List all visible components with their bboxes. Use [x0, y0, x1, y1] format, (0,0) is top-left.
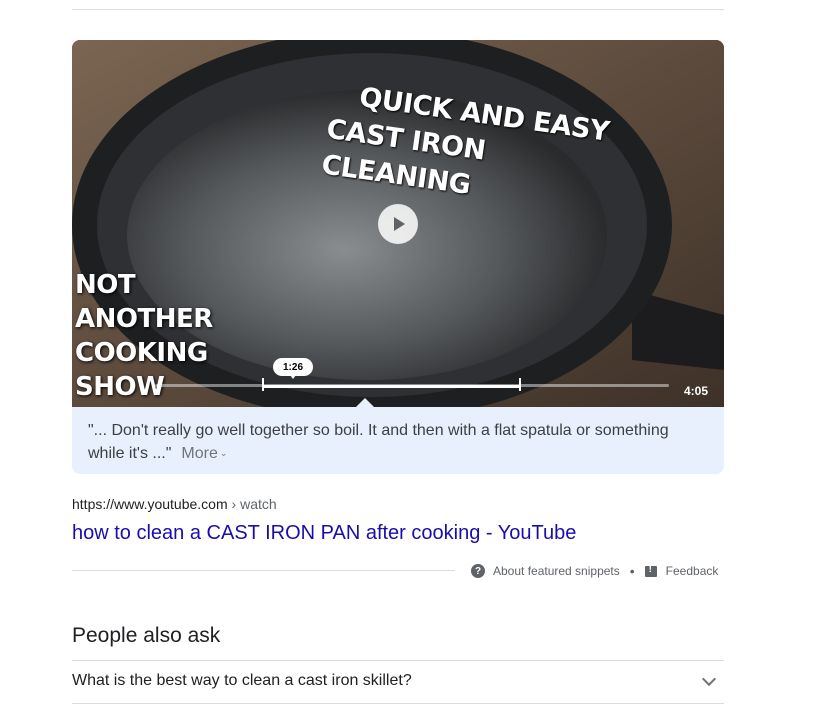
url-domain: https://www.youtube.com: [72, 496, 228, 512]
about-featured-snippets-link[interactable]: About featured snippets: [493, 564, 620, 578]
feedback-link[interactable]: Feedback: [666, 564, 719, 578]
timestamp-bubble: 1:26: [273, 358, 313, 379]
chevron-down-icon: ⌄: [219, 448, 228, 458]
top-divider: [72, 9, 724, 10]
overlay-show-line: NOT: [75, 270, 136, 300]
result-url[interactable]: https://www.youtube.com › watch: [72, 496, 277, 512]
featured-video-card[interactable]: QUICK AND EASY CAST IRON CLEANING NOT AN…: [72, 40, 724, 474]
play-button[interactable]: [378, 204, 418, 244]
url-breadcrumb: › watch: [227, 496, 277, 512]
caption-pointer: [356, 398, 374, 407]
video-duration: 4:05: [683, 384, 708, 398]
paa-divider: [72, 660, 724, 661]
chevron-down-icon[interactable]: [701, 671, 717, 687]
help-icon: ?: [471, 564, 485, 578]
more-label: More: [181, 445, 218, 462]
overlay-show-line: SHOW: [75, 372, 165, 402]
people-also-ask-heading: People also ask: [72, 624, 221, 647]
feedback-icon: [644, 564, 657, 577]
more-button[interactable]: More ⌄: [181, 445, 227, 462]
transcript-snippet: "... Don't really go well together so bo…: [72, 398, 724, 474]
separator-dot: •: [629, 563, 635, 579]
result-title-link[interactable]: how to clean a CAST IRON PAN after cooki…: [72, 520, 576, 546]
segment-start-marker: [261, 378, 264, 391]
paa-divider: [72, 703, 724, 704]
transcript-text: "... Don't really go well together so bo…: [88, 422, 669, 462]
video-thumbnail[interactable]: QUICK AND EASY CAST IRON CLEANING NOT AN…: [72, 40, 724, 407]
snippet-divider: [72, 570, 455, 571]
overlay-show-line: COOKING: [75, 338, 208, 368]
play-icon: [394, 217, 405, 231]
paa-question[interactable]: What is the best way to clean a cast iro…: [72, 672, 412, 690]
snippet-footer: ? About featured snippets • Feedback: [471, 563, 718, 579]
overlay-show-line: ANOTHER: [75, 304, 213, 334]
segment-end-marker: [518, 378, 521, 391]
video-key-moment-segment: [262, 385, 520, 388]
